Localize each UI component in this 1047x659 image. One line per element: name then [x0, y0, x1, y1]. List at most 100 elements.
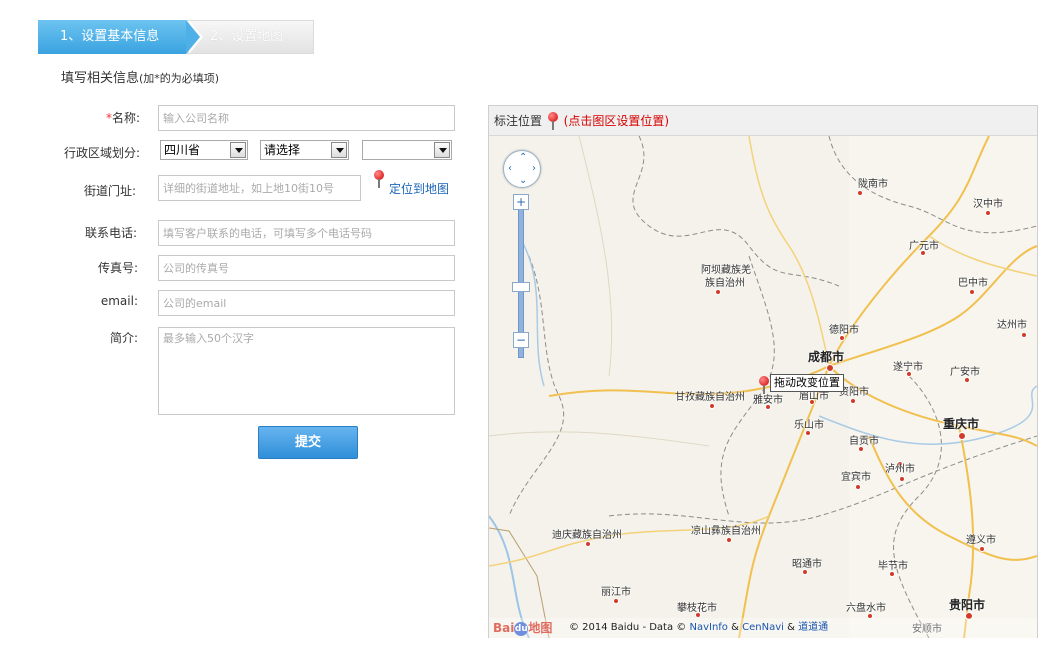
step-bar: 1、设置基本信息 2、设置地图	[38, 20, 314, 54]
zoom-slider-thumb[interactable]	[512, 282, 530, 292]
city-dot	[958, 432, 966, 440]
phone-label: 联系电话:	[84, 226, 137, 240]
name-label-text: 名称:	[111, 111, 140, 125]
zoom-out-button[interactable]: −	[513, 332, 529, 348]
city-dot	[585, 541, 591, 547]
city-label: 广元市	[909, 241, 939, 252]
map-pan-control[interactable]: ⌃ ‹ › ⌄	[503, 150, 541, 188]
map-header-label: 标注位置	[494, 114, 543, 128]
city-label: 泸州市	[885, 464, 915, 475]
copyright-amp: &	[787, 622, 795, 633]
city-label: 遂宁市	[893, 362, 923, 373]
city-label: 汉中市	[973, 199, 1003, 210]
name-input[interactable]	[158, 105, 455, 131]
city-label: 贵阳市	[949, 598, 986, 612]
city-dot	[715, 289, 721, 295]
city-dot	[805, 430, 811, 436]
city-dot	[613, 598, 619, 604]
chevron-down-icon[interactable]	[434, 142, 450, 158]
city-dot	[979, 546, 985, 552]
drag-marker-tooltip: 拖动改变位置	[770, 374, 844, 392]
city-dot	[985, 210, 991, 216]
city-label: 巴中市	[958, 278, 988, 289]
intro-label: 简介:	[109, 331, 138, 345]
copyright-amp: &	[731, 622, 739, 633]
street-input[interactable]	[158, 175, 361, 201]
province-select-value: 四川省	[164, 143, 201, 157]
city-label: 六盘水市	[846, 603, 886, 614]
street-label: 街道门址:	[83, 184, 136, 198]
city-label: 重庆市	[943, 417, 980, 431]
pan-down-icon[interactable]: ⌄	[519, 175, 527, 186]
city-label: 丽江市	[601, 587, 631, 598]
city-dot	[889, 571, 895, 577]
submit-button[interactable]: 提交	[258, 426, 358, 459]
city-select[interactable]: 请选择	[260, 140, 349, 160]
copyright-text: © 2014 Baidu - Data ©	[569, 622, 687, 633]
district-select[interactable]	[362, 140, 452, 160]
city-label: 族自治州	[705, 278, 745, 289]
map-canvas[interactable]: ⌃ ‹ › ⌄ + − 陇南市 汉中市 广元市 阿坝藏族羌 族自治州 巴中市 德…	[489, 136, 1037, 638]
name-label: *名称:	[40, 109, 140, 126]
region-label: 行政区域划分:	[63, 146, 140, 160]
city-dot	[857, 190, 863, 196]
city-label: 凉山彝族自治州	[691, 526, 761, 537]
section-title: 填写相关信息(加*的为必填项)	[61, 67, 219, 86]
city-dot	[899, 476, 905, 482]
daodaotong-link[interactable]: 道道通	[798, 622, 828, 633]
phone-input[interactable]	[158, 220, 455, 246]
city-select-value: 请选择	[264, 143, 301, 157]
city-dot	[709, 403, 715, 409]
map-pin-icon	[547, 112, 558, 130]
city-dot	[855, 484, 861, 490]
city-dot	[765, 404, 771, 410]
map-header: 标注位置 (点击图区设置位置)	[489, 106, 1037, 136]
city-dot	[1021, 332, 1027, 338]
city-dot	[802, 569, 808, 575]
step-1-arrow	[186, 20, 200, 54]
map-pin-icon	[374, 170, 384, 188]
cennavi-link[interactable]: CenNavi	[742, 622, 784, 633]
zoom-in-button[interactable]: +	[513, 194, 529, 210]
city-label: 昭通市	[792, 559, 822, 570]
intro-textarea[interactable]	[158, 327, 455, 415]
city-label: 宜宾市	[841, 472, 871, 483]
city-label: 陇南市	[858, 179, 888, 190]
navinfo-link[interactable]: NavInfo	[689, 622, 727, 633]
map-header-hint: (点击图区设置位置)	[563, 114, 670, 128]
city-label: 甘孜藏族自治州	[675, 392, 745, 403]
city-label: 德阳市	[829, 325, 859, 336]
fax-input[interactable]	[158, 255, 455, 281]
pan-left-icon[interactable]: ‹	[508, 163, 512, 174]
location-marker-icon[interactable]	[759, 376, 769, 394]
pan-right-icon[interactable]: ›	[532, 163, 536, 174]
city-label: 达州市	[997, 320, 1027, 331]
city-label: 自贡市	[849, 436, 879, 447]
pan-up-icon[interactable]: ⌃	[519, 152, 527, 163]
city-label: 遵义市	[966, 535, 996, 546]
locate-on-map-link[interactable]: 定位到地图	[389, 180, 449, 197]
section-required-note: (加*的为必填项)	[139, 72, 220, 85]
section-title-text: 填写相关信息	[61, 71, 140, 86]
city-label: 毕节市	[878, 561, 908, 572]
city-dot	[850, 398, 856, 404]
chevron-down-icon[interactable]	[331, 142, 347, 158]
map-panel: 标注位置 (点击图区设置位置) ⌃ ‹ › ⌄ + − 陇南市 汉中市 广元市 …	[488, 105, 1038, 638]
email-input[interactable]	[158, 290, 455, 316]
city-dot	[726, 537, 732, 543]
province-select[interactable]: 四川省	[160, 140, 248, 160]
step-2[interactable]: 2、设置地图	[208, 20, 283, 54]
city-dot	[826, 364, 834, 372]
city-dot	[809, 399, 815, 405]
city-label: 广安市	[950, 367, 980, 378]
city-label: 成都市	[808, 350, 845, 364]
fax-label: 传真号:	[97, 261, 138, 275]
step-1-active[interactable]: 1、设置基本信息	[38, 20, 186, 54]
city-label: 乐山市	[794, 420, 824, 431]
email-label: email:	[100, 294, 138, 308]
map-copyright: © 2014 Baidu - Data © NavInfo & CenNavi …	[489, 618, 1037, 638]
city-dot	[858, 446, 864, 452]
city-label: 迪庆藏族自治州	[552, 530, 622, 541]
chevron-down-icon[interactable]	[230, 142, 246, 158]
city-dot	[969, 289, 975, 295]
